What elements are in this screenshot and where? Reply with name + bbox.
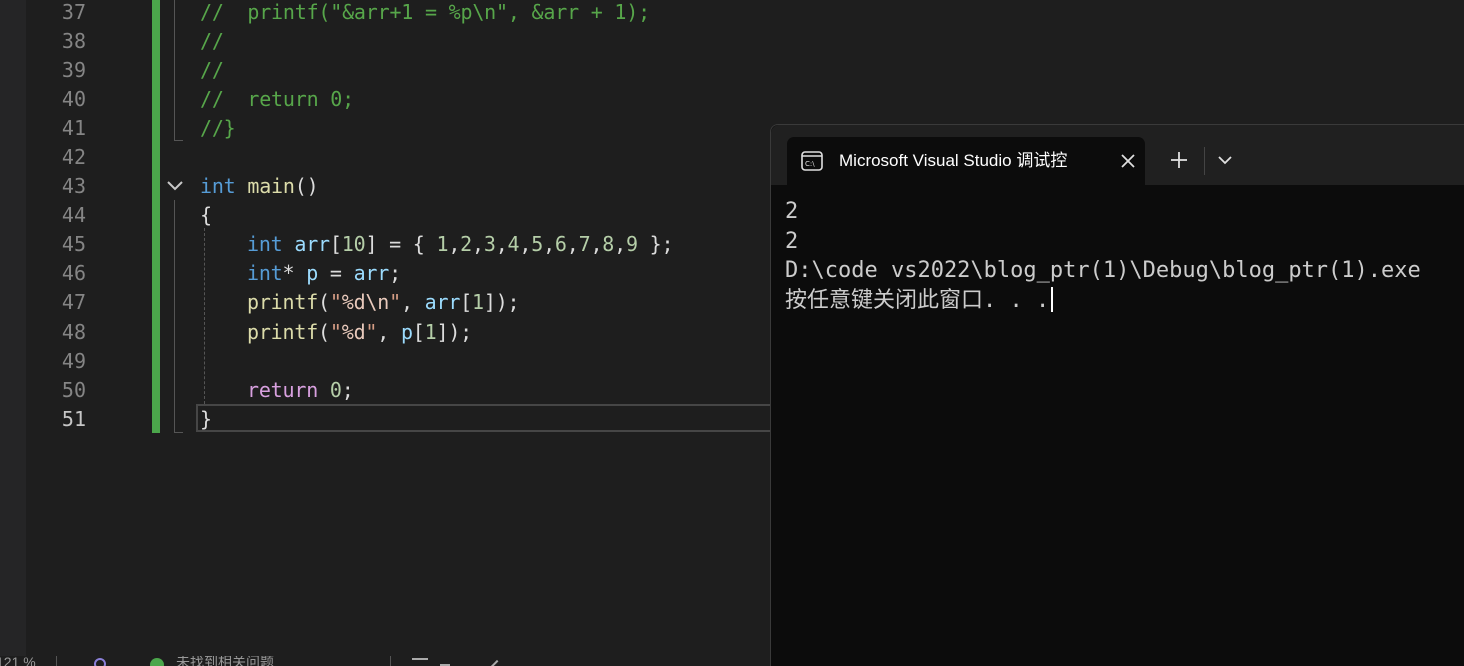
line-number: 37 (61, 0, 86, 24)
line-number: 45 (61, 232, 86, 256)
change-indicator-bar (152, 0, 160, 433)
status-separator (56, 656, 57, 666)
output-line-text: 按任意键关闭此窗口. . . (785, 287, 1050, 313)
code-line[interactable]: printf("%d", p[1]); (247, 318, 472, 347)
chevron-down-icon[interactable] (165, 176, 185, 196)
line-number: 40 (61, 87, 86, 111)
terminal-tab-title: Microsoft Visual Studio 调试控 (839, 151, 1068, 170)
code-line[interactable]: printf("%d\n", arr[1]); (247, 288, 520, 317)
line-number: 44 (61, 203, 86, 227)
current-line-highlight (196, 404, 798, 432)
issues-status[interactable]: 未找到相关问题 (176, 656, 274, 666)
code-line[interactable]: // printf("&arr+1 = %p\n", &arr + 1); (200, 0, 650, 27)
output-line: 2 (785, 199, 799, 224)
indent-guide (204, 228, 205, 404)
chevron-down-icon[interactable] (1217, 153, 1233, 167)
line-number: 47 (61, 290, 86, 314)
line-number: 43 (61, 174, 86, 198)
terminal-titlebar: C:\ Microsoft Visual Studio 调试控 (771, 125, 1464, 185)
code-line[interactable]: return 0; (247, 376, 354, 405)
fold-guide (174, 0, 175, 140)
console-icon: C:\ (801, 151, 823, 171)
line-number: 46 (61, 261, 86, 285)
editor-margin (0, 0, 26, 666)
code-line[interactable]: int arr[10] = { 1,2,3,4,5,6,7,8,9 }; (247, 230, 674, 259)
arrow-left-icon[interactable] (489, 659, 505, 666)
check-icon (150, 658, 164, 666)
code-line[interactable]: // (200, 27, 224, 56)
svg-text:C:\: C:\ (805, 160, 815, 168)
copilot-icon[interactable] (94, 658, 106, 666)
brush-icon[interactable] (412, 658, 428, 666)
close-icon[interactable] (1119, 152, 1137, 170)
plus-icon[interactable] (1169, 150, 1189, 170)
code-line[interactable]: // return 0; (200, 85, 354, 114)
code-line[interactable]: { (200, 201, 212, 230)
terminal-output[interactable]: 2 2 D:\code vs2022\blog_ptr(1)\Debug\blo… (785, 197, 1464, 315)
line-number: 42 (61, 145, 86, 169)
terminal-tab[interactable]: C:\ Microsoft Visual Studio 调试控 (787, 137, 1145, 185)
code-line[interactable]: // (200, 56, 224, 85)
line-number: 41 (61, 116, 86, 140)
fold-guide-end (174, 432, 183, 433)
line-number: 49 (61, 349, 86, 373)
fold-guide (174, 200, 175, 432)
zoom-level[interactable]: 121 % (0, 656, 36, 666)
debug-console-window[interactable]: C:\ Microsoft Visual Studio 调试控 2 2 D:\c… (770, 124, 1464, 666)
status-bar: 121 % 未找到相关问题 (0, 656, 780, 666)
code-line[interactable]: //} (200, 114, 236, 143)
fold-guide-end (174, 140, 183, 141)
status-separator (390, 656, 391, 666)
code-line[interactable]: int* p = arr; (247, 259, 401, 288)
code-line[interactable]: } (200, 405, 212, 434)
text-cursor (1051, 286, 1054, 312)
output-line: 2 (785, 228, 799, 254)
line-number-current: 51 (61, 407, 86, 431)
line-number: 38 (61, 29, 86, 53)
code-line[interactable]: int main() (200, 172, 319, 201)
line-number: 39 (61, 58, 86, 82)
line-number: 50 (61, 378, 86, 402)
titlebar-separator (1204, 147, 1205, 175)
line-number: 48 (61, 320, 86, 344)
output-line: D:\code vs2022\blog_ptr(1)\Debug\blog_pt… (785, 258, 1421, 283)
output-line: 按任意键关闭此窗口. . . (785, 286, 1464, 316)
